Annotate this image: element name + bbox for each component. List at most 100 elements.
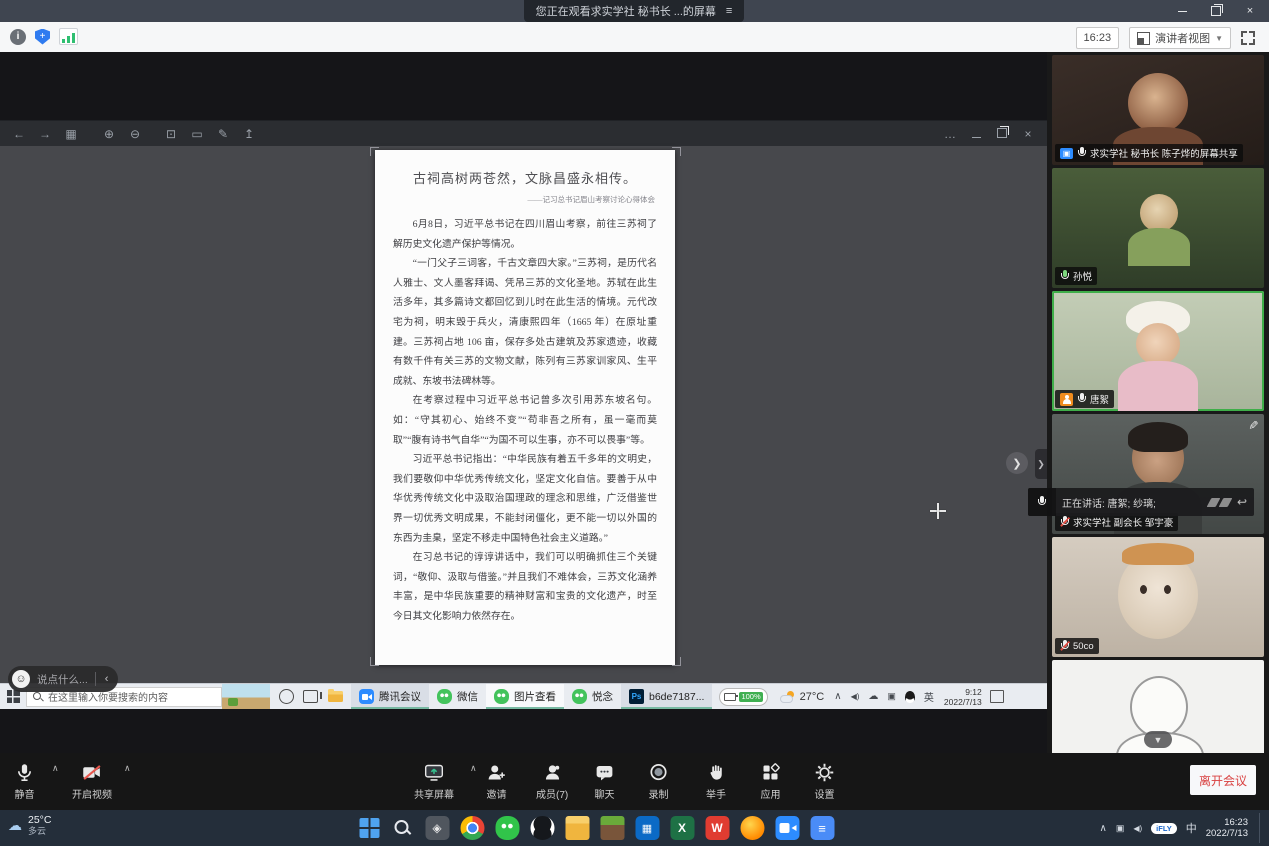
- annotation-pen-icon[interactable]: [1218, 497, 1233, 507]
- scroll-participants-down-button[interactable]: ▼: [1144, 731, 1172, 748]
- leave-meeting-button[interactable]: 离开会议: [1190, 765, 1256, 795]
- share-options-caret[interactable]: ∧: [470, 763, 477, 774]
- mute-button[interactable]: 静音: [14, 762, 35, 801]
- back-icon[interactable]: ←: [6, 127, 32, 141]
- monitor-icon[interactable]: ▣: [1116, 823, 1125, 834]
- forward-icon[interactable]: →: [32, 127, 58, 141]
- meeting-info-icon[interactable]: i: [10, 28, 26, 45]
- start-button[interactable]: [359, 818, 379, 838]
- zoom-in-icon[interactable]: ⊕: [96, 127, 122, 141]
- input-language-indicator[interactable]: 中: [1186, 820, 1197, 836]
- show-desktop-button[interactable]: [1259, 813, 1263, 843]
- participant-video-1[interactable]: ▣ 求实学社 秘书长 陈子烨的屏幕共享: [1052, 55, 1264, 165]
- viewer-minimize-icon[interactable]: [963, 127, 989, 141]
- quick-chat-bar[interactable]: ☺ 说点什么... ‹: [8, 666, 119, 692]
- photoshop-icon: Ps: [629, 689, 644, 704]
- input-language-indicator[interactable]: 英: [924, 689, 934, 704]
- minimize-button[interactable]: [1169, 1, 1195, 21]
- viewer-restore-icon[interactable]: [989, 126, 1015, 141]
- restore-button[interactable]: [1203, 1, 1229, 21]
- tencent-meeting-icon[interactable]: [775, 816, 799, 840]
- wechat-icon[interactable]: [495, 816, 519, 840]
- watching-banner[interactable]: 您正在观看求实学社 秘书长 ...的屏幕 ≡: [524, 0, 744, 22]
- search-icon[interactable]: [390, 816, 414, 840]
- task-view-icon[interactable]: [303, 690, 322, 703]
- emoji-icon[interactable]: ☺: [12, 670, 30, 688]
- banner-menu-icon[interactable]: ≡: [726, 5, 732, 17]
- fullscreen-icon[interactable]: [1241, 31, 1255, 45]
- volume-icon[interactable]: ◀): [1133, 824, 1142, 833]
- crop-icon[interactable]: ▭: [184, 127, 210, 141]
- minecraft-icon[interactable]: [600, 816, 624, 840]
- file-explorer-icon[interactable]: [565, 816, 589, 840]
- invite-button[interactable]: 邀请: [486, 762, 507, 801]
- thumbnails-icon[interactable]: ▦: [58, 127, 84, 141]
- chat-input-placeholder[interactable]: 说点什么...: [37, 672, 88, 687]
- taskbar-app-icon[interactable]: [425, 816, 449, 840]
- video-options-caret[interactable]: ∧: [124, 763, 131, 774]
- record-button[interactable]: 录制: [648, 762, 669, 801]
- sidebar-collapse-handle[interactable]: ❯: [1035, 449, 1047, 479]
- cortana-icon[interactable]: [279, 689, 294, 704]
- mic-options-caret[interactable]: ∧: [52, 763, 59, 774]
- participant-label: 孙悦: [1055, 267, 1098, 285]
- export-icon[interactable]: ↥: [236, 127, 262, 141]
- viewer-taskbar: ☁ 25°C 多云 ∧ ▣ ◀) iFLY: [0, 810, 1269, 846]
- battery-widget[interactable]: 100%: [719, 687, 768, 706]
- weather-widget[interactable]: ☁ 25°C 多云: [8, 814, 51, 837]
- more-icon[interactable]: …: [937, 127, 963, 141]
- docs-icon[interactable]: [810, 816, 834, 840]
- undo-icon[interactable]: ↩: [1237, 495, 1247, 509]
- taskbar-app-tencent-meeting[interactable]: 腾讯会议: [351, 684, 429, 709]
- shield-icon[interactable]: +: [35, 28, 50, 45]
- raise-hand-button[interactable]: 举手: [706, 762, 726, 801]
- meeting-clock: 16:23: [1075, 27, 1120, 49]
- participant-video-4[interactable]: ✎ 求实学社 副会长 邹宇豪: [1052, 414, 1264, 534]
- document-paragraph: 在考察过程中习近平总书记曾多次引用苏东坡名句。如：“守其初心、始终不变”“苟非吾…: [393, 395, 657, 446]
- file-explorer-icon[interactable]: [328, 688, 343, 702]
- share-screen-button[interactable]: 共享屏幕: [414, 762, 454, 801]
- zoom-out-icon[interactable]: ⊖: [122, 127, 148, 141]
- edit-icon[interactable]: ✎: [210, 127, 236, 141]
- action-center-icon[interactable]: [989, 690, 1004, 703]
- actual-size-icon[interactable]: ⊡: [158, 127, 184, 141]
- layout-icon: [1137, 31, 1151, 45]
- camera-off-icon: [83, 765, 101, 780]
- start-video-button[interactable]: 开启视频: [72, 762, 112, 801]
- chrome-icon[interactable]: [460, 816, 484, 840]
- taskbar-clock[interactable]: 16:23 2022/7/13: [1206, 817, 1248, 840]
- collapse-chat-icon[interactable]: ‹: [103, 673, 115, 685]
- settings-button[interactable]: 设置: [814, 762, 835, 801]
- taskbar-app-image-viewer[interactable]: 图片查看: [486, 684, 564, 709]
- network-signal-icon[interactable]: [59, 28, 78, 45]
- monitor-icon[interactable]: ▣: [887, 691, 896, 702]
- participant-video-5[interactable]: 50co: [1052, 537, 1264, 657]
- ifly-ime-badge[interactable]: iFLY: [1151, 822, 1177, 834]
- apps-button[interactable]: 应用: [760, 762, 781, 801]
- next-page-button[interactable]: ❯: [1006, 452, 1028, 474]
- browser-icon[interactable]: [740, 816, 764, 840]
- taskbar-app-yuenian[interactable]: 悦念: [564, 684, 621, 709]
- viewer-close-icon[interactable]: ×: [1015, 127, 1041, 141]
- view-mode-dropdown[interactable]: 演讲者视图 ▼: [1129, 27, 1231, 49]
- tray-chevron-up-icon[interactable]: ∧: [834, 691, 841, 702]
- close-button[interactable]: ×: [1237, 1, 1263, 21]
- tray-chevron-up-icon[interactable]: ∧: [1100, 823, 1107, 834]
- wps-icon[interactable]: [705, 816, 729, 840]
- qq-icon[interactable]: [530, 816, 554, 840]
- taskbar-app-wechat[interactable]: 微信: [429, 684, 486, 709]
- chat-button[interactable]: 聊天: [594, 762, 615, 801]
- calculator-icon[interactable]: [635, 816, 659, 840]
- volume-icon[interactable]: ◀): [851, 692, 860, 701]
- excel-icon[interactable]: [670, 816, 694, 840]
- qq-icon[interactable]: [904, 690, 915, 703]
- weather-widget[interactable]: 27°C: [780, 691, 824, 703]
- taskbar-app-photoshop[interactable]: Ps b6de7187...: [621, 684, 713, 709]
- participant-video-3[interactable]: 唐絮: [1052, 291, 1264, 411]
- cloud-icon[interactable]: ☁: [868, 691, 878, 702]
- participant-video-2[interactable]: 孙悦: [1052, 168, 1264, 288]
- annotation-pencil-icon: ✎: [1245, 419, 1260, 431]
- members-button[interactable]: 成员(7): [536, 762, 568, 801]
- news-widget-thumbnail[interactable]: [222, 684, 270, 709]
- taskbar-clock[interactable]: 9:12 2022/7/13: [944, 687, 982, 707]
